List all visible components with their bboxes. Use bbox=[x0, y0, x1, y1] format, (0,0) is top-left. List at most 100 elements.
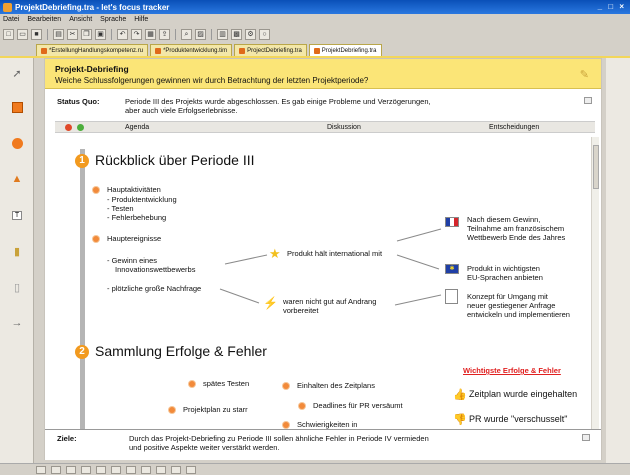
shape-icon[interactable] bbox=[36, 465, 46, 474]
green-dot-icon[interactable] bbox=[77, 124, 84, 131]
pointer-icon[interactable]: ➚ bbox=[10, 66, 24, 80]
hauptereignisse: Hauptereignisse bbox=[107, 234, 162, 243]
circle-shape-icon[interactable] bbox=[10, 136, 24, 150]
app-icon bbox=[3, 2, 12, 12]
vertical-scrollbar[interactable] bbox=[591, 137, 599, 437]
bullet-icon bbox=[283, 422, 289, 428]
status-quo-line1: Periode III des Projekts wurde abgeschlo… bbox=[125, 97, 431, 106]
status-quo-line2: aber auch viele Erfolgserlebnisse. bbox=[125, 106, 238, 115]
produkt-haelt-mit: Produkt hält international mit bbox=[287, 249, 383, 258]
image-icon[interactable]: ▨ bbox=[195, 28, 206, 40]
nicht-gut-line2: vorbereitet bbox=[283, 306, 319, 315]
deadlines-versaeumt: Deadlines für PR versäumt bbox=[313, 401, 403, 410]
document-icon bbox=[155, 47, 162, 54]
menu-ansicht[interactable]: Ansicht bbox=[69, 16, 92, 23]
decision-2-line1: Produkt in wichtigsten bbox=[467, 264, 540, 273]
status-edit-icon[interactable] bbox=[584, 97, 592, 104]
star-icon: ★ bbox=[269, 246, 281, 261]
grey-building-icon[interactable]: ▯ bbox=[10, 280, 24, 294]
help-icon[interactable]: ○ bbox=[259, 28, 270, 40]
toolbar-separator bbox=[175, 28, 176, 40]
section-number-1: 1 bbox=[75, 154, 89, 168]
save-icon[interactable]: ■ bbox=[31, 28, 42, 40]
paste-icon[interactable]: ▣ bbox=[95, 28, 106, 40]
fill-color-icon[interactable] bbox=[51, 465, 61, 474]
italic-icon[interactable] bbox=[111, 465, 121, 474]
goals-edit-icon[interactable] bbox=[582, 434, 590, 441]
window-titlebar: ProjektDebriefing.tra - let's focus trac… bbox=[0, 0, 630, 14]
layout-icon[interactable]: ▥ bbox=[217, 28, 228, 40]
tab-label: ProjectDebriefing.tra bbox=[247, 47, 302, 54]
undo-icon[interactable]: ↶ bbox=[117, 28, 128, 40]
bullet-icon bbox=[299, 403, 305, 409]
font-size-icon[interactable] bbox=[81, 465, 91, 474]
export-icon[interactable]: ⇪ bbox=[159, 28, 170, 40]
goals-line2: und positive Aspekte weiter verstärkt we… bbox=[129, 443, 280, 452]
tab-label: ProjektDebriefing.tra bbox=[321, 47, 377, 54]
tab-projectdebriefing[interactable]: ProjectDebriefing.tra bbox=[234, 44, 307, 56]
window-controls[interactable]: _ □ × bbox=[598, 2, 626, 11]
indent-icon[interactable] bbox=[171, 465, 181, 474]
tab-erstellung[interactable]: *ErstellungHandlungskompetenz.ru bbox=[36, 44, 149, 56]
tab-produktentwicklung[interactable]: *Produktentwicklung.tim bbox=[150, 44, 233, 56]
layer-icon[interactable] bbox=[186, 465, 196, 474]
insert-icon[interactable]: ▦ bbox=[145, 28, 156, 40]
bullet-icon bbox=[169, 407, 175, 413]
menu-datei[interactable]: Datei bbox=[3, 16, 19, 23]
menu-bearbeiten[interactable]: Bearbeiten bbox=[27, 16, 61, 23]
underline-icon[interactable] bbox=[126, 465, 136, 474]
window-title: ProjektDebriefing.tra - let's focus trac… bbox=[15, 2, 170, 12]
header-panel: Projekt-Debriefing Weiche Schlussfolgeru… bbox=[45, 59, 601, 89]
thumbs-down-icon: 👎 bbox=[453, 414, 467, 426]
square-shape-icon[interactable] bbox=[10, 100, 24, 114]
text-tool-icon[interactable]: T bbox=[10, 208, 24, 222]
spaetes-testen: spätes Testen bbox=[203, 379, 250, 388]
page-title: Projekt-Debriefing bbox=[55, 64, 129, 74]
new-file-icon[interactable]: □ bbox=[3, 28, 14, 40]
toolbar-separator bbox=[211, 28, 212, 40]
settings-icon[interactable]: ⚙ bbox=[245, 28, 256, 40]
nicht-gut-line1: waren nicht gut auf Andrang bbox=[283, 297, 377, 306]
format-toolbar bbox=[0, 463, 630, 475]
toolbar: □ ▭ ■ ▤ ✂ ❐ ▣ ↶ ↷ ▦ ⇪ ⌕ ▨ ▥ ▩ ⚙ ○ bbox=[0, 26, 630, 42]
running-figure-icon: ⚡ bbox=[263, 296, 278, 310]
aktivitaet-3: - Fehlerbehebung bbox=[107, 213, 167, 222]
wichtigste-link[interactable]: Wichtigste Erfolge & Fehler bbox=[463, 366, 561, 375]
align-icon[interactable] bbox=[141, 465, 151, 474]
section-title-1: Rückblick über Periode III bbox=[95, 152, 255, 168]
menubar: Datei Bearbeiten Ansicht Sprache Hilfe bbox=[0, 14, 630, 25]
connector-arrow-icon[interactable]: → bbox=[10, 316, 24, 330]
triangle-shape-icon[interactable]: ▲ bbox=[10, 172, 24, 186]
document-icon bbox=[445, 289, 458, 304]
decision-3-line1: Konzept für Umgang mit bbox=[467, 292, 548, 301]
document-tabs: *ErstellungHandlungskompetenz.ru *Produk… bbox=[36, 44, 382, 56]
menu-sprache[interactable]: Sprache bbox=[100, 16, 126, 23]
menu-hilfe[interactable]: Hilfe bbox=[134, 16, 148, 23]
status-quo-label: Status Quo: bbox=[57, 97, 100, 106]
hauptaktivitaeten: Hauptaktivitäten bbox=[107, 185, 161, 194]
list-icon[interactable] bbox=[156, 465, 166, 474]
goals-line1: Durch das Projekt-Debriefing zu Periode … bbox=[129, 434, 429, 443]
bullet-icon bbox=[93, 187, 99, 193]
copy-icon[interactable]: ❐ bbox=[81, 28, 92, 40]
wrench-icon[interactable]: ✎ bbox=[580, 68, 589, 81]
schwierigkeiten: Schwierigkeiten in bbox=[297, 420, 358, 429]
decision-2-line2: EU-Sprachen anbieten bbox=[467, 273, 543, 282]
bold-icon[interactable] bbox=[96, 465, 106, 474]
line-color-icon[interactable] bbox=[66, 465, 76, 474]
column-entscheidungen: Entscheidungen bbox=[489, 124, 540, 131]
section-title-2: Sammlung Erfolge & Fehler bbox=[95, 343, 267, 359]
scrollbar-thumb[interactable] bbox=[593, 145, 599, 189]
grid-icon[interactable]: ▩ bbox=[231, 28, 242, 40]
column-headers: Agenda Diskussion Entscheidungen bbox=[55, 121, 595, 133]
red-dot-icon[interactable] bbox=[65, 124, 72, 131]
open-icon[interactable]: ▭ bbox=[17, 28, 28, 40]
building-icon[interactable]: ▮ bbox=[10, 244, 24, 258]
tab-projektdebriefing[interactable]: ProjektDebriefing.tra bbox=[308, 44, 382, 56]
document-canvas[interactable]: Projekt-Debriefing Weiche Schlussfolgeru… bbox=[44, 58, 602, 460]
cut-icon[interactable]: ✂ bbox=[67, 28, 78, 40]
redo-icon[interactable]: ↷ bbox=[131, 28, 142, 40]
search-icon[interactable]: ⌕ bbox=[181, 28, 192, 40]
goals-footer: Ziele: Durch das Projekt-Debriefing zu P… bbox=[45, 429, 601, 460]
print-icon[interactable]: ▤ bbox=[53, 28, 64, 40]
